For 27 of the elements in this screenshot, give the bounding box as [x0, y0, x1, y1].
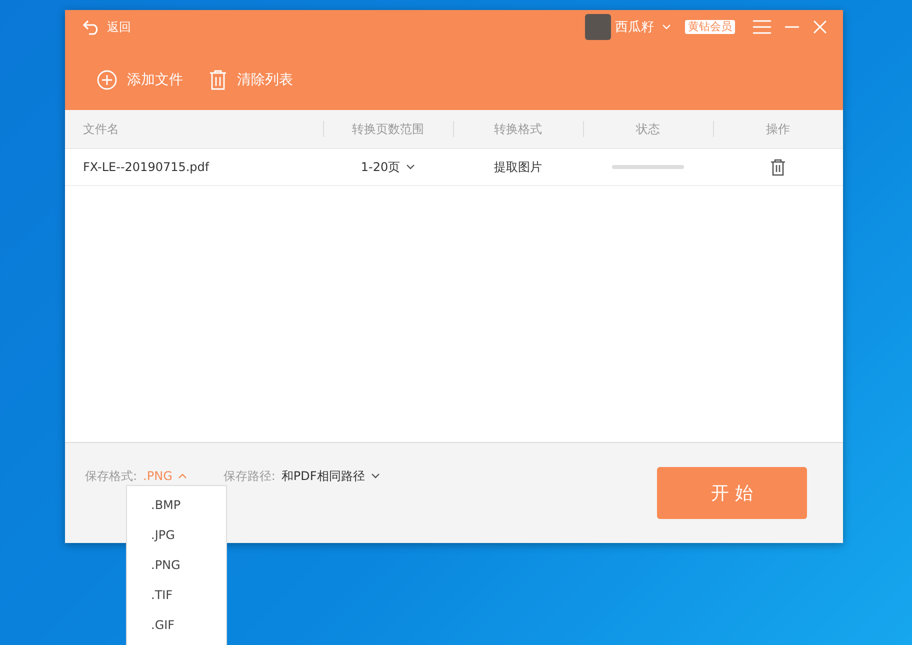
chevron-down-icon [370, 473, 380, 479]
minimize-icon[interactable] [785, 26, 799, 28]
format-label: 保存格式: [85, 468, 138, 485]
plus-circle-icon [97, 70, 117, 90]
chevron-down-icon[interactable] [662, 24, 671, 30]
column-header: 文件名 [83, 120, 119, 138]
page-range-dropdown[interactable]: 1-20页 [360, 158, 416, 176]
chevron-icon [178, 473, 188, 479]
format-option[interactable]: .BMP [127, 490, 226, 520]
format-option[interactable]: .JPG [127, 520, 226, 550]
vip-badge: 黄钻会员 [685, 20, 735, 34]
column-header: 转换页数范围 [352, 120, 424, 138]
file-name: FX-LE--20190715.pdf [83, 160, 210, 174]
format-option[interactable]: .TIF [127, 580, 226, 610]
convert-format: 提取图片 [494, 158, 542, 176]
column-header: 状态 [636, 120, 660, 138]
column-header: 操作 [766, 120, 790, 138]
path-dropdown[interactable]: 和PDF相同路径 [281, 467, 380, 485]
close-icon[interactable] [813, 20, 827, 34]
column-header: 转换格式 [494, 120, 542, 138]
chevron-down-icon [406, 164, 416, 170]
menu-icon[interactable] [753, 20, 771, 34]
format-option[interactable]: .GIF [127, 610, 226, 640]
trash-icon [209, 70, 227, 90]
trash-icon[interactable] [770, 158, 786, 176]
path-label: 保存路径: [223, 468, 276, 485]
format-option[interactable]: .PNG [127, 550, 226, 580]
